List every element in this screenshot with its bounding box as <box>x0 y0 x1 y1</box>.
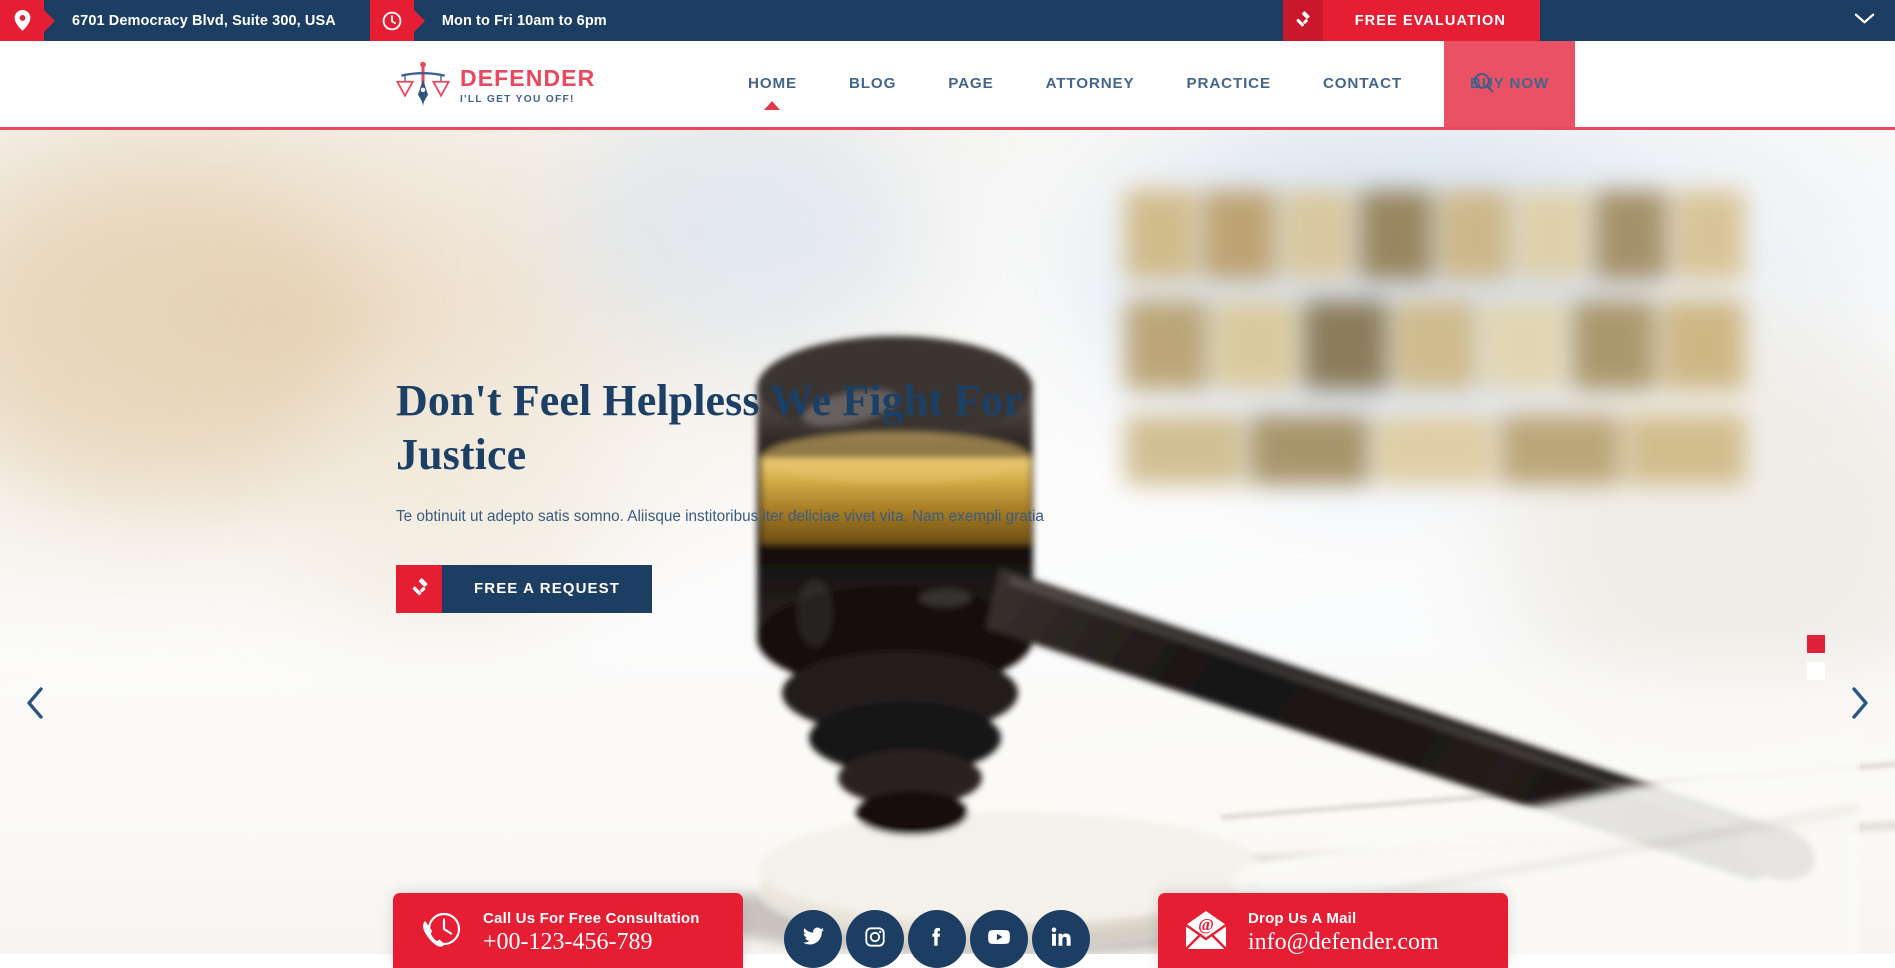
twitter-icon <box>802 925 825 953</box>
map-pin-icon <box>0 0 44 41</box>
drop-mail-text: Drop Us A Mail info@defender.com <box>1248 906 1439 955</box>
call-us-text: Call Us For Free Consultation +00-123-45… <box>483 906 700 955</box>
free-evaluation-label: FREE EVALUATION <box>1322 0 1540 41</box>
nav-item-page[interactable]: PAGE <box>922 41 1019 127</box>
top-info-bar: 6701 Democracy Blvd, Suite 300, USA Mon … <box>0 0 1895 41</box>
scales-of-justice-pen-icon <box>395 57 451 111</box>
social-link-instagram[interactable] <box>846 910 904 968</box>
slider-indicator-1[interactable] <box>1807 635 1825 653</box>
gavel-icon <box>396 564 442 613</box>
search-icon <box>1473 72 1494 96</box>
facebook-icon <box>926 926 948 953</box>
envelope-at-icon: @ <box>1182 907 1230 955</box>
logo-name: DEFENDER <box>460 65 596 92</box>
nav-item-contact[interactable]: CONTACT <box>1297 41 1428 127</box>
free-evaluation-button[interactable]: FREE EVALUATION <box>1282 0 1540 41</box>
social-links <box>784 910 1090 968</box>
site-header: DEFENDER I'LL GET YOU OFF! HOME BLOG PAG… <box>0 41 1895 127</box>
drop-mail-card[interactable]: @ Drop Us A Mail info@defender.com <box>1158 893 1508 968</box>
gavel-icon <box>1282 0 1323 41</box>
slider-prev-button[interactable] <box>12 681 58 727</box>
nav-item-blog[interactable]: BLOG <box>823 41 922 127</box>
youtube-icon <box>987 925 1011 954</box>
slider-next-button[interactable] <box>1837 681 1883 727</box>
free-a-request-button[interactable]: FREE A REQUEST <box>396 564 652 613</box>
slider-indicator-2[interactable] <box>1807 662 1825 680</box>
clock-icon <box>369 0 414 41</box>
page-root: 6701 Democracy Blvd, Suite 300, USA Mon … <box>0 0 1895 968</box>
social-link-facebook[interactable] <box>908 910 966 968</box>
linkedin-icon <box>1050 926 1072 953</box>
header-bottom-rule <box>0 127 1895 130</box>
contact-bar: Call Us For Free Consultation +00-123-45… <box>0 893 1895 968</box>
hero-content: Don't Feel Helpless We Fight For Justice… <box>396 374 1096 613</box>
phone-clock-icon <box>417 907 465 955</box>
logo-tagline: I'LL GET YOU OFF! <box>460 93 575 105</box>
address-text: 6701 Democracy Blvd, Suite 300, USA <box>72 12 336 29</box>
nav-item-home[interactable]: HOME <box>722 41 823 127</box>
call-us-title: Call Us For Free Consultation <box>483 909 700 927</box>
chevron-left-icon <box>24 686 46 723</box>
main-navigation: HOME BLOG PAGE ATTORNEY PRACTICE CONTACT… <box>722 41 1576 127</box>
svg-text:@: @ <box>1198 915 1214 934</box>
drop-mail-title: Drop Us A Mail <box>1248 909 1357 927</box>
gavel-photo <box>600 268 1861 968</box>
social-link-linkedin[interactable] <box>1032 910 1090 968</box>
call-us-phone: +00-123-456-789 <box>483 928 653 955</box>
drop-mail-email: info@defender.com <box>1248 928 1439 955</box>
logo-text-block: DEFENDER I'LL GET YOU OFF! <box>460 63 595 104</box>
buy-now-button[interactable]: BUY NOW <box>1444 41 1576 127</box>
collapse-topbar-button[interactable] <box>1833 0 1895 41</box>
hours-text: Mon to Fri 10am to 6pm <box>441 12 607 29</box>
slider-indicators <box>1807 635 1825 680</box>
hero-description: Te obtinuit ut adepto satis somno. Aliis… <box>396 508 1044 526</box>
chevron-right-icon <box>1849 686 1871 723</box>
hours-info: Mon to Fri 10am to 6pm <box>369 0 641 41</box>
hero-slider: Don't Feel Helpless We Fight For Justice… <box>0 130 1895 968</box>
search-button[interactable] <box>1468 69 1498 99</box>
social-link-twitter[interactable] <box>784 910 842 968</box>
social-link-youtube[interactable] <box>970 910 1028 968</box>
hero-title: Don't Feel Helpless We Fight For Justice <box>396 376 1023 479</box>
site-logo[interactable]: DEFENDER I'LL GET YOU OFF! <box>395 57 595 111</box>
chevron-down-icon <box>1854 12 1875 30</box>
free-a-request-label: FREE A REQUEST <box>442 564 652 613</box>
address-info: 6701 Democracy Blvd, Suite 300, USA <box>0 0 370 41</box>
nav-item-practice[interactable]: PRACTICE <box>1161 41 1297 127</box>
instagram-icon <box>864 926 886 953</box>
call-us-card[interactable]: Call Us For Free Consultation +00-123-45… <box>393 893 743 968</box>
nav-item-attorney[interactable]: ATTORNEY <box>1020 41 1161 127</box>
